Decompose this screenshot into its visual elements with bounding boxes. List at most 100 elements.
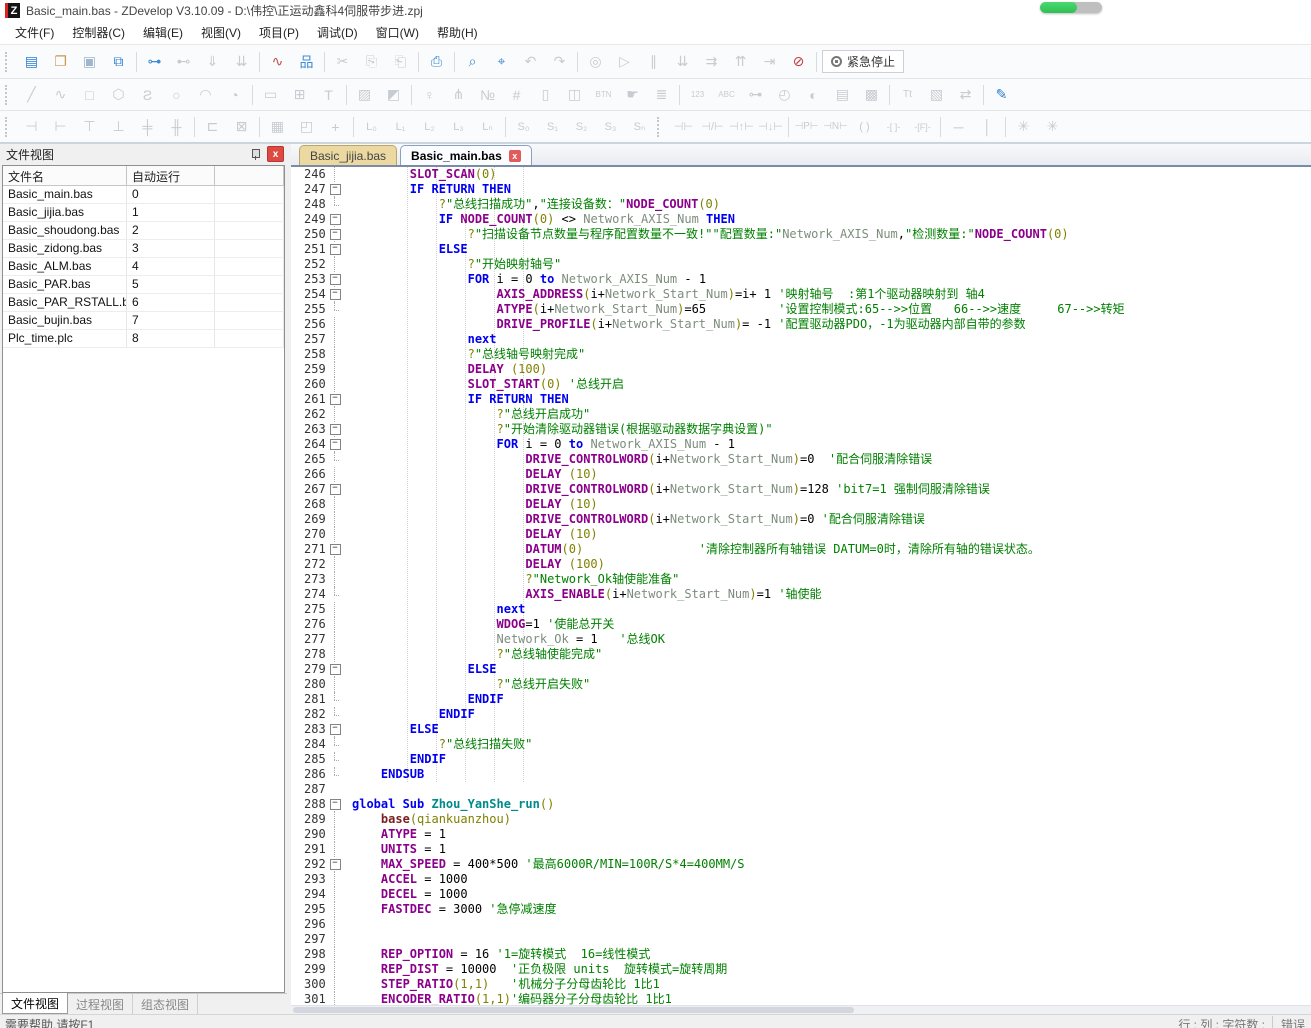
draw-line-icon[interactable]: ╱ xyxy=(17,83,46,106)
code-line[interactable]: 255 ATYPE(i+Network_Start_Num)=65 '设置控制模… xyxy=(291,302,1311,317)
debug-pause-icon[interactable]: ∥ xyxy=(639,50,668,73)
align-top-icon[interactable]: ⊤ xyxy=(75,115,104,138)
toolbar-gripper[interactable] xyxy=(5,117,12,137)
draw-rect-icon[interactable]: □ xyxy=(75,83,104,106)
code-line[interactable]: 261− IF RETURN THEN xyxy=(291,392,1311,407)
step-out-icon[interactable]: ⇈ xyxy=(726,50,755,73)
file-row[interactable]: Basic_PAR_RSTALL.bas6 xyxy=(3,294,284,312)
align-left-icon[interactable]: ⊣ xyxy=(17,115,46,138)
numeric-input-icon[interactable]: 123 xyxy=(683,83,712,106)
code-line[interactable]: 271− DATUM(0) '清除控制器所有轴错误 DATUM=0时，清除所有轴… xyxy=(291,542,1311,557)
code-line[interactable]: 281 ENDIF xyxy=(291,692,1311,707)
grid-toggle-icon[interactable]: ▦ xyxy=(263,115,292,138)
draw-polyline-icon[interactable]: ∿ xyxy=(46,83,75,106)
fold-toggle[interactable]: − xyxy=(328,287,342,302)
code-line[interactable]: 252 ?"开始映射轴号" xyxy=(291,257,1311,272)
code-line[interactable]: 272 DELAY (100) xyxy=(291,557,1311,572)
counter-element-icon[interactable]: № xyxy=(473,83,502,106)
horizontal-scrollbar[interactable] xyxy=(291,1005,1311,1014)
emergency-stop-button[interactable]: 紧急停止 xyxy=(822,50,904,73)
tab-close-icon[interactable]: x xyxy=(509,150,521,162)
debug-run-icon[interactable]: ▷ xyxy=(610,50,639,73)
step-over-icon[interactable]: ⇉ xyxy=(697,50,726,73)
pill-element-icon[interactable]: ▯ xyxy=(531,83,560,106)
toolbar-gripper[interactable] xyxy=(657,117,664,137)
fold-toggle[interactable]: − xyxy=(328,212,342,227)
disconnect-controller-icon[interactable]: ⊷ xyxy=(169,50,198,73)
column-header-autorun[interactable]: 自动运行 xyxy=(127,166,215,185)
function-block-icon[interactable]: -[F]- xyxy=(908,115,937,138)
file-row[interactable]: Basic_PAR.bas5 xyxy=(3,276,284,294)
close-panel-icon[interactable]: x xyxy=(267,146,284,162)
free-draw-icon[interactable]: ✎ xyxy=(987,83,1016,106)
contact-p-icon[interactable]: ⊣P⊢ xyxy=(792,115,821,138)
fold-toggle[interactable]: − xyxy=(328,797,342,812)
download-rom-icon[interactable]: ⇊ xyxy=(227,50,256,73)
menu-item-w[interactable]: 窗口(W) xyxy=(367,21,428,44)
code-line[interactable]: 264− FOR i = 0 to Network_AXIS_Num - 1 xyxy=(291,437,1311,452)
code-line[interactable]: 277 Network_Ok = 1 '总线OK xyxy=(291,632,1311,647)
ladder-sn-icon[interactable]: Sₙ xyxy=(625,115,654,138)
menu-item-p[interactable]: 项目(P) xyxy=(250,21,308,44)
fold-toggle[interactable]: − xyxy=(328,227,342,242)
ladder-l2-icon[interactable]: L₂ xyxy=(415,115,444,138)
fold-toggle[interactable]: − xyxy=(328,392,342,407)
align-right-icon[interactable]: ⊢ xyxy=(46,115,75,138)
touch-element-icon[interactable]: ☛ xyxy=(618,83,647,106)
code-line[interactable]: 266 DELAY (10) xyxy=(291,467,1311,482)
debug-target-icon[interactable]: ◎ xyxy=(581,50,610,73)
code-line[interactable]: 291 UNITS = 1 xyxy=(291,842,1311,857)
fold-toggle[interactable]: − xyxy=(328,662,342,677)
ladder-s2-icon[interactable]: S₂ xyxy=(567,115,596,138)
run-to-cursor-icon[interactable]: ⇥ xyxy=(755,50,784,73)
code-line[interactable]: 269 DRIVE_CONTROLWORD(i+Network_Start_Nu… xyxy=(291,512,1311,527)
fold-toggle[interactable]: − xyxy=(328,542,342,557)
ladder-s0-icon[interactable]: S₀ xyxy=(509,115,538,138)
coil-output-icon[interactable]: ( ) xyxy=(850,115,879,138)
ladder-l0-icon[interactable]: L₀ xyxy=(357,115,386,138)
code-line[interactable]: 273 ?"Network_Ok轴使能准备" xyxy=(291,572,1311,587)
clock-element-icon[interactable]: ◴ xyxy=(770,83,799,106)
download-ram-icon[interactable]: ⇓ xyxy=(198,50,227,73)
same-size-icon[interactable]: ⊏ xyxy=(198,115,227,138)
find-icon[interactable]: ⌕ xyxy=(458,50,487,73)
toolbar-gripper[interactable] xyxy=(5,85,12,105)
button-element-icon[interactable]: BTN xyxy=(589,83,618,106)
code-line[interactable]: 299 REP_DIST = 10000 '正负极限 units 旋转模式=旋转… xyxy=(291,962,1311,977)
code-line[interactable]: 270 DELAY (10) xyxy=(291,527,1311,542)
add-node-icon[interactable]: + xyxy=(321,115,350,138)
scrollbar-thumb[interactable] xyxy=(293,1007,854,1013)
file-row[interactable]: Plc_time.plc8 xyxy=(3,330,284,348)
text-tool-icon[interactable]: Tt xyxy=(893,83,922,106)
toolbar-gripper[interactable] xyxy=(5,52,12,72)
code-line[interactable]: 292− MAX_SPEED = 400*500 '最高6000R/MIN=10… xyxy=(291,857,1311,872)
text-box-icon[interactable]: T xyxy=(314,83,343,106)
digit-display-icon[interactable]: # xyxy=(502,83,531,106)
block-element-icon[interactable]: -[ ]- xyxy=(879,115,908,138)
code-line[interactable]: 249− IF NODE_COUNT(0) <> Network_AXIS_Nu… xyxy=(291,212,1311,227)
editor-tab[interactable]: Basic_jijia.bas xyxy=(299,145,397,165)
fold-toggle[interactable]: − xyxy=(328,722,342,737)
snap-toggle-icon[interactable]: ◰ xyxy=(292,115,321,138)
code-line[interactable]: 288−global Sub Zhou_YanShe_run() xyxy=(291,797,1311,812)
list-element-icon[interactable]: ≣ xyxy=(647,83,676,106)
code-line[interactable]: 260 SLOT_START(0) '总线开启 xyxy=(291,377,1311,392)
code-line[interactable]: 265 DRIVE_CONTROLWORD(i+Network_Start_Nu… xyxy=(291,452,1311,467)
text-input-icon[interactable]: ABC xyxy=(712,83,741,106)
code-line[interactable]: 287 xyxy=(291,782,1311,797)
ruler-element-icon[interactable]: ▭ xyxy=(256,83,285,106)
code-line[interactable]: 253− FOR i = 0 to Network_AXIS_Num - 1 xyxy=(291,272,1311,287)
code-line[interactable]: 280 ?"总线开启失败" xyxy=(291,677,1311,692)
code-line[interactable]: 274 AXIS_ENABLE(i+Network_Start_Num)=1 '… xyxy=(291,587,1311,602)
bottom-tab[interactable]: 过程视图 xyxy=(68,994,133,1014)
cad-import-icon[interactable]: ▩ xyxy=(857,83,886,106)
table-element-icon[interactable]: ⊞ xyxy=(285,83,314,106)
menu-item-d[interactable]: 调试(D) xyxy=(308,21,367,44)
bus-topology-icon[interactable]: 品 xyxy=(292,50,321,73)
code-line[interactable]: 251− ELSE xyxy=(291,242,1311,257)
menu-item-v[interactable]: 视图(V) xyxy=(192,21,250,44)
ladder-s1-icon[interactable]: S₁ xyxy=(538,115,567,138)
code-line[interactable]: 268 DELAY (10) xyxy=(291,497,1311,512)
vertical-line-icon[interactable]: │ xyxy=(973,115,1002,138)
draw-ellipse-icon[interactable]: ○ xyxy=(162,83,191,106)
